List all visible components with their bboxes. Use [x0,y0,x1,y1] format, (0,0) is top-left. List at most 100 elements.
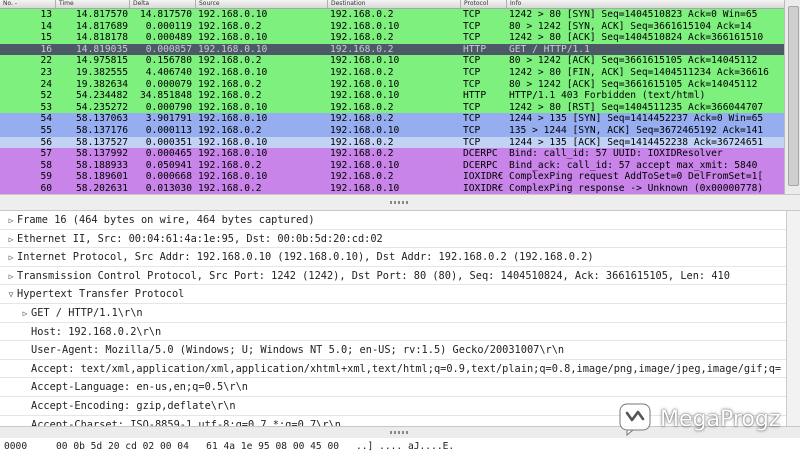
packet-row[interactable]: 60 58.202631 0.013030 192.168.0.2 192.168.0.… [0,182,784,194]
packet-time: 58.188933 [76,159,128,171]
packet-no: 13 [40,9,52,20]
packet-delta: 0.000668 [145,171,192,183]
packet-row[interactable]: 58 58.188933 0.050941 192.168.0.2 192.168.0.… [0,159,784,172]
packet-row[interactable]: 23 19.382555 4.406740 192.168.0.10 192.168.0… [0,66,784,79]
packet-time: 19.382634 [76,78,128,90]
packet-source: 192.168.0.2 [198,55,262,67]
packet-row[interactable]: 53 54.235272 0.000790 192.168.0.10 192.168.0… [0,101,784,114]
packet-protocol: TCP [463,55,481,67]
detail-text: Accept-Language: en-us,en;q=0.5\r\n [31,381,248,394]
packet-row[interactable]: 56 58.137527 0.000351 192.168.0.10 192.168.0… [0,136,784,149]
packet-time: 54.234482 [76,90,128,102]
packet-delta: 3.901791 [145,113,192,125]
detail-tree-item[interactable]: Host: 192.168.0.2\r\n [0,323,786,342]
packet-source: 192.168.0.10 [198,66,268,78]
column-header-delta[interactable]: Delta [130,0,196,8]
detail-tree-item[interactable]: ▷ Transmission Control Protocol, Src Port… [0,267,786,286]
detail-tree-item[interactable]: ▷ Internet Protocol, Src Addr: 192.168.0.… [0,248,786,267]
packet-protocol: TCP [463,20,481,32]
packet-details-tree: ▷ Frame 16 (464 bytes on wire, 464 bytes … [0,211,786,426]
packet-info: ComplexPing response -> Unknown (0x00000… [509,182,764,194]
packet-protocol: IOXIDR€ [463,182,504,194]
packet-row[interactable]: 52 54.234482 34.851848 192.168.0.2 192.168.0… [0,90,784,102]
packet-list-scrollbar[interactable] [784,0,800,194]
packet-source: 192.168.0.10 [198,136,268,148]
packet-time: 58.137063 [76,113,128,125]
detail-text: Accept: text/xml,application/xml,applica… [31,362,782,375]
packet-source: 192.168.0.2 [198,182,262,194]
packet-no: 60 [40,182,52,194]
packet-protocol: TCP [463,66,481,78]
packet-list: No. - Time Delta Source Destination Prot… [0,0,784,194]
scrollbar-thumb[interactable] [788,6,799,186]
packet-row[interactable]: 13 14.817570 14.817570 192.168.0.10 192.168.… [0,9,784,21]
packet-protocol: TCP [463,124,481,136]
packet-row[interactable]: 14 14.817689 0.000119 192.168.0.2 192.168.0.… [0,20,784,33]
detail-tree-item[interactable]: ▽ Hypertext Transfer Protocol [0,285,786,304]
packet-delta: 0.000489 [145,32,192,44]
packet-protocol: TCP [463,78,481,90]
packet-destination: 192.168.0.10 [330,182,400,194]
column-header-no[interactable]: No. - [0,0,56,8]
packet-row[interactable]: 15 14.818178 0.000489 192.168.0.10 192.168.0… [0,32,784,44]
packet-time: 58.202631 [76,182,128,194]
packet-delta: 0.000119 [145,20,192,32]
column-header-destination[interactable]: Destination [328,0,461,8]
packet-info: 80 > 1242 [ACK] Seq=3661615105 Ack=14045… [509,55,758,67]
packet-source: 192.168.0.10 [198,148,268,160]
packet-no: 54 [40,113,52,125]
packet-delta: 0.156780 [145,55,192,67]
packet-time: 58.137527 [76,136,128,148]
detail-tree-item[interactable]: ▷ GET / HTTP/1.1\r\n [0,304,786,323]
packet-source: 192.168.0.10 [198,32,268,44]
packet-row[interactable]: 59 58.189601 0.000668 192.168.0.10 192.168.0… [0,171,784,183]
packet-source: 192.168.0.2 [198,90,262,102]
packet-no: 16 [40,43,52,55]
packet-row[interactable]: 57 58.137992 0.000465 192.168.0.10 192.168.0… [0,148,784,160]
packet-time: 19.382555 [76,66,128,78]
packet-row[interactable]: 55 58.137176 0.000113 192.168.0.2 192.168.0.… [0,124,784,137]
hex-ascii[interactable]: ..] .... aJ....E. [356,441,454,452]
packet-destination: 192.168.0.10 [330,20,400,32]
packet-time: 14.818178 [76,32,128,44]
column-header-time[interactable]: Time [56,0,130,8]
packet-source: 192.168.0.2 [198,159,262,171]
packet-time: 14.817570 [76,9,128,20]
detail-text: Hypertext Transfer Protocol [17,288,185,301]
detail-text: Accept-Charset: ISO-8859-1,utf-8;q=0.7,*… [31,418,341,426]
packet-protocol: HTTP [463,43,487,55]
packet-info: Bind: call_id: 57 UUID: IOXIDResolver [509,148,723,160]
packet-destination: 192.168.0.10 [330,90,400,102]
detail-tree-item[interactable]: Accept: text/xml,application/xml,applica… [0,360,786,379]
column-header-protocol[interactable]: Protocol [461,0,507,8]
packet-protocol: TCP [463,101,481,113]
column-header-info[interactable]: Info [507,0,784,8]
detail-tree-item[interactable]: User-Agent: Mozilla/5.0 (Windows; U; Win… [0,341,786,360]
packet-protocol: DCERPC [463,148,498,160]
packet-row[interactable]: 54 58.137063 3.901791 192.168.0.10 192.168.0… [0,113,784,125]
packet-no: 52 [40,90,52,102]
column-header-source[interactable]: Source [196,0,328,8]
splitter-grip-icon[interactable] [390,201,410,204]
detail-tree-item[interactable]: Accept-Language: en-us,en;q=0.5\r\n [0,378,786,397]
packet-no: 23 [40,66,52,78]
packet-row[interactable]: 24 19.382634 0.000079 192.168.0.2 192.168.0.… [0,78,784,91]
megaprogz-watermark: MegaProgz [618,398,798,440]
watermark-text: MegaProgz [660,406,781,432]
packet-source: 192.168.0.10 [198,101,268,113]
splitter-grip-icon[interactable] [390,431,410,434]
packet-info: 135 > 1244 [SYN, ACK] Seq=3672465192 Ack… [509,124,764,136]
hex-bytes[interactable]: 00 0b 5d 20 cd 02 00 04 61 4a 1e 95 08 0… [56,441,339,452]
packet-info: HTTP/1.1 403 Forbidden (text/html) [509,90,706,102]
pane-splitter[interactable] [0,194,800,211]
packet-info: 1242 > 80 [SYN] Seq=1404510823 Ack=0 Win… [509,9,758,20]
detail-text: Transmission Control Protocol, Src Port:… [17,269,730,282]
detail-tree-item[interactable]: ▷ Ethernet II, Src: 00:04:61:4a:1e:95, Ds… [0,230,786,249]
packet-destination: 192.168.0.2 [330,136,394,148]
packet-destination: 192.168.0.10 [330,55,400,67]
details-scrollbar[interactable] [786,211,800,426]
packet-row[interactable]: 22 14.975815 0.156780 192.168.0.2 192.168.0.… [0,55,784,67]
packet-list-header: No. - Time Delta Source Destination Prot… [0,0,784,9]
packet-row-selected[interactable]: 16 14.819035 0.000857 192.168.0.10 192.168.0… [0,43,784,56]
detail-tree-item[interactable]: ▷ Frame 16 (464 bytes on wire, 464 bytes … [0,211,786,230]
